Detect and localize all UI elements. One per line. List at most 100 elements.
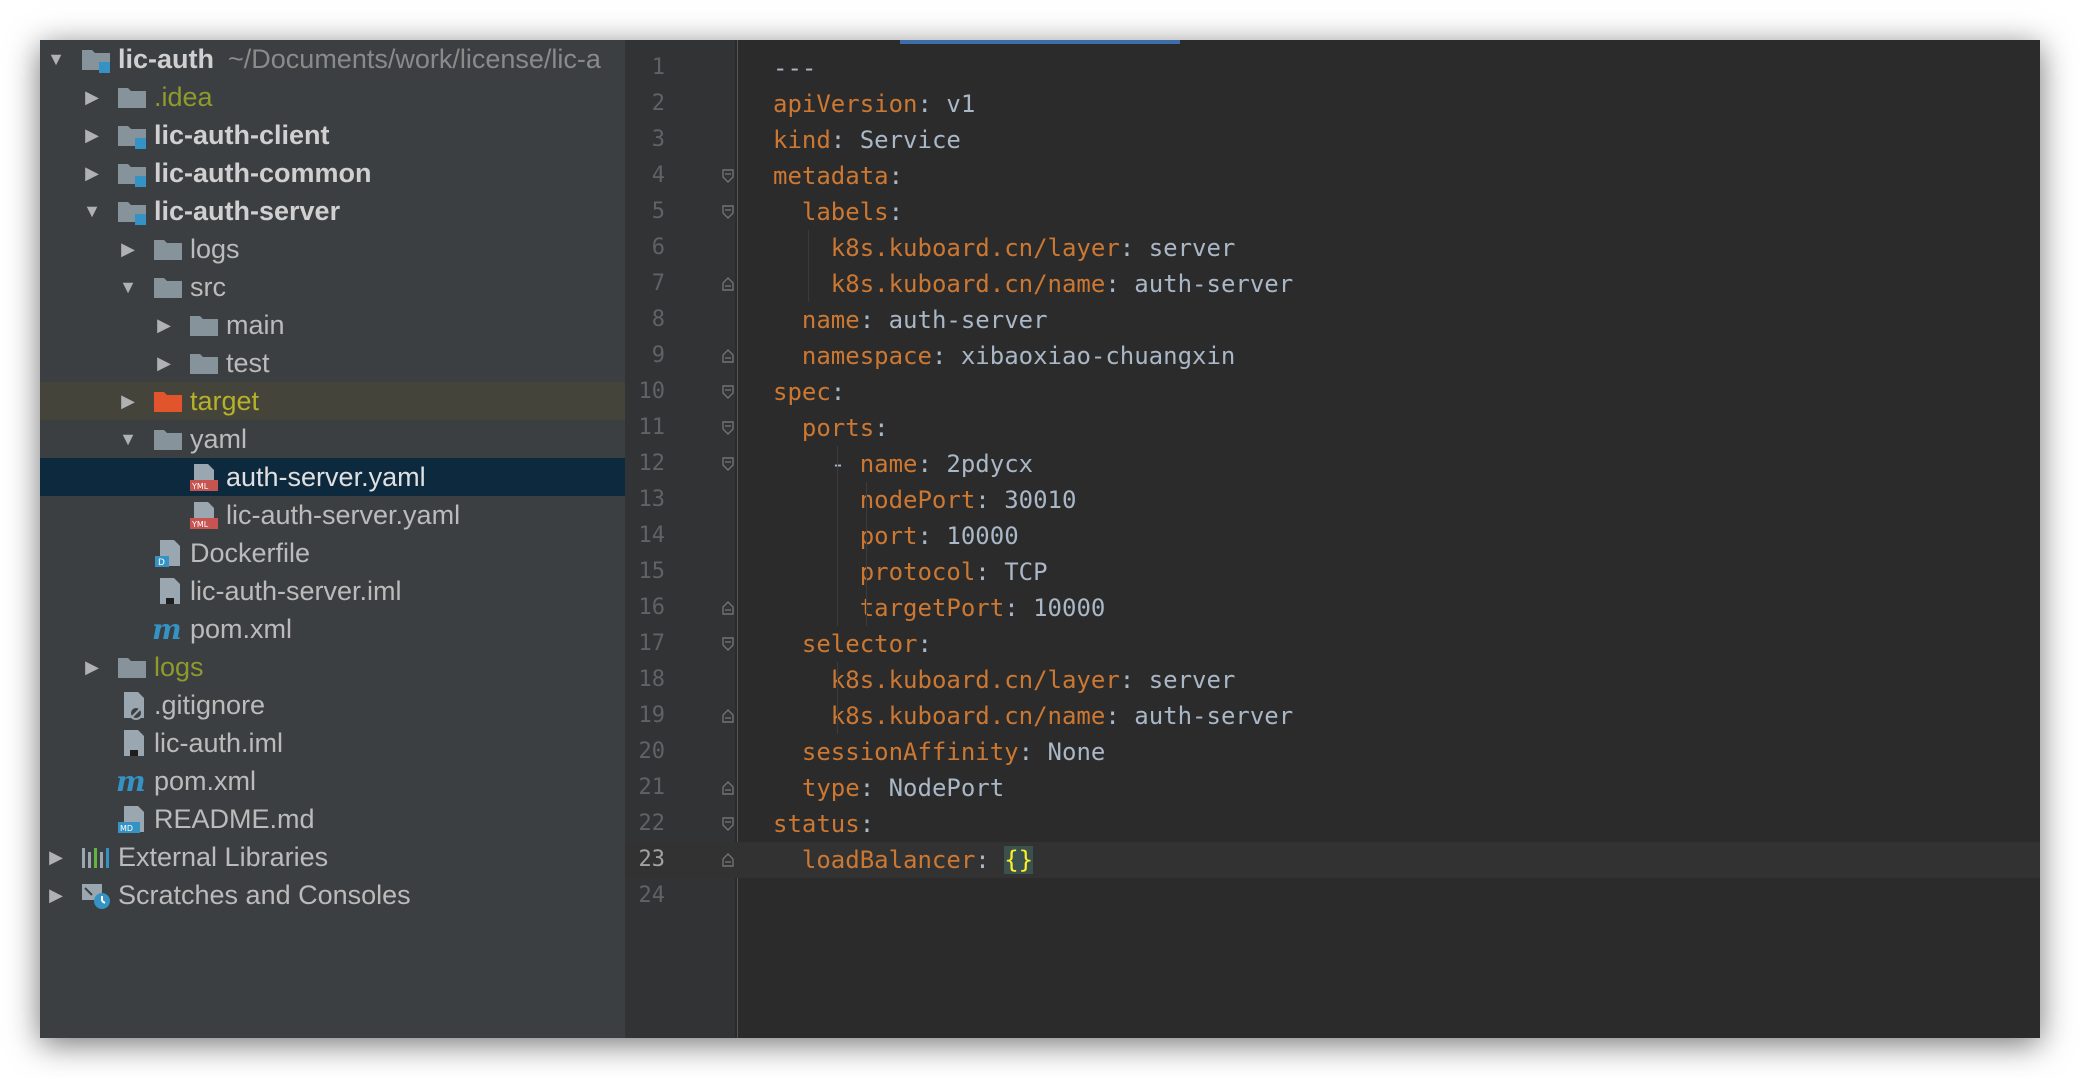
expanded-arrow-icon[interactable]: ▼ (118, 277, 138, 298)
fold-open-icon[interactable] (722, 637, 734, 651)
code-line[interactable]: 24 (625, 878, 2040, 914)
code-line[interactable]: 21 type: NodePort (625, 770, 2040, 806)
fold-close-icon[interactable] (722, 709, 734, 723)
tree-label: main (226, 309, 285, 340)
tree-item-logs-root[interactable]: ▶ logs (40, 648, 625, 686)
code-line[interactable]: 5 labels: (625, 194, 2040, 230)
line-number: 4 (651, 163, 665, 188)
yaml-value: auth-server (1134, 270, 1294, 298)
indent-guide (865, 482, 867, 626)
expanded-arrow-icon[interactable]: ▼ (82, 201, 102, 222)
expanded-arrow-icon[interactable]: ▼ (118, 429, 138, 450)
collapsed-arrow-icon[interactable]: ▶ (82, 125, 102, 146)
tree-item-external-libraries[interactable]: ▶ External Libraries (40, 838, 625, 876)
tree-label: lic-auth.iml (154, 727, 284, 758)
tree-item-test[interactable]: ▶ test (40, 344, 625, 382)
tree-item-idea[interactable]: ▶ .idea (40, 78, 625, 116)
code-line[interactable]: 20 sessionAffinity: None (625, 734, 2040, 770)
line-number: 9 (651, 343, 665, 368)
yaml-key: k8s.kuboard.cn/name (830, 702, 1106, 730)
tree-item-logs[interactable]: ▶ logs (40, 230, 625, 268)
tree-item-target[interactable]: ▶ target (40, 382, 625, 420)
code-line[interactable]: 9 namespace: xibaoxiao-chuangxin (625, 338, 2040, 374)
code-editor[interactable]: 1 --- 2 apiVersion: v1 3 kind: Service 4 metada… (625, 40, 2040, 1038)
tree-item-dockerfile[interactable]: D Dockerfile (40, 534, 625, 572)
collapsed-arrow-icon[interactable]: ▶ (46, 885, 66, 906)
collapsed-arrow-icon[interactable]: ▶ (82, 657, 102, 678)
yaml-separator: : (830, 378, 846, 406)
code-line[interactable]: 8 name: auth-server (625, 302, 2040, 338)
fold-open-icon[interactable] (722, 457, 734, 471)
expanded-arrow-icon[interactable]: ▼ (46, 49, 66, 70)
tree-label: lic-auth-server.iml (190, 575, 402, 606)
tree-item-lic-auth-iml[interactable]: lic-auth.iml (40, 724, 625, 762)
line-number: 21 (638, 775, 666, 800)
code-line[interactable]: 4 metadata: (625, 158, 2040, 194)
line-number: 22 (638, 811, 666, 836)
fold-open-icon[interactable] (722, 205, 734, 219)
tree-item-lic-auth-server-yaml[interactable]: YML lic-auth-server.yaml (40, 496, 625, 534)
yaml-key: nodePort (859, 486, 976, 514)
code-text: - name: 2pdycx (831, 446, 1033, 482)
code-line[interactable]: 7 k8s.kuboard.cn/name: auth-server (625, 266, 2040, 302)
tree-item-src[interactable]: ▼ src (40, 268, 625, 306)
tree-item-scratches[interactable]: ▶ Scratches and Consoles (40, 876, 625, 914)
code-line[interactable]: 1 --- (625, 50, 2040, 86)
tree-item-pom-xml[interactable]: m pom.xml (40, 610, 625, 648)
code-line[interactable]: 3 kind: Service (625, 122, 2040, 158)
collapsed-arrow-icon[interactable]: ▶ (82, 163, 102, 184)
tree-item-pom-xml-root[interactable]: m pom.xml (40, 762, 625, 800)
folder-icon (152, 234, 184, 264)
yaml-separator: : (1018, 738, 1048, 766)
fold-open-icon[interactable] (722, 421, 734, 435)
code-text: k8s.kuboard.cn/name: auth-server (831, 266, 1293, 302)
tree-item-lic-auth-common[interactable]: ▶ lic-auth-common (40, 154, 625, 192)
tree-root-lic-auth[interactable]: ▼ lic-auth ~/Documents/work/license/lic-… (40, 40, 625, 78)
fold-close-icon[interactable] (722, 277, 734, 291)
fold-open-icon[interactable] (722, 817, 734, 831)
tree-label: .gitignore (154, 689, 266, 720)
tree-item-lic-auth-server-iml[interactable]: lic-auth-server.iml (40, 572, 625, 610)
yaml-separator: : (830, 126, 860, 154)
line-number: 15 (638, 559, 666, 584)
fold-close-icon[interactable] (722, 601, 734, 615)
code-line[interactable]: 11 ports: (625, 410, 2040, 446)
svg-text:m: m (152, 614, 182, 644)
collapsed-arrow-icon[interactable]: ▶ (118, 391, 138, 412)
fold-close-icon[interactable] (722, 349, 734, 363)
tree-item-lic-auth-server[interactable]: ▼ lic-auth-server (40, 192, 625, 230)
fold-open-icon[interactable] (722, 385, 734, 399)
code-line[interactable]: 10 spec: (625, 374, 2040, 410)
folder-icon (188, 310, 220, 340)
svg-text:MD: MD (120, 824, 133, 833)
fold-close-icon[interactable] (722, 853, 734, 867)
active-tab-indicator (900, 40, 1180, 44)
collapsed-arrow-icon[interactable]: ▶ (154, 353, 174, 374)
module-folder-icon (80, 44, 112, 74)
fold-close-icon[interactable] (722, 781, 734, 795)
folder-icon (152, 424, 184, 454)
tree-item-gitignore[interactable]: .gitignore (40, 686, 625, 724)
collapsed-arrow-icon[interactable]: ▶ (118, 239, 138, 260)
code-line[interactable]: 23 loadBalancer: {} (625, 842, 2040, 878)
tree-item-main[interactable]: ▶ main (40, 306, 625, 344)
tree-item-yaml[interactable]: ▼ yaml (40, 420, 625, 458)
collapsed-arrow-icon[interactable]: ▶ (154, 315, 174, 336)
code-line[interactable]: 6 k8s.kuboard.cn/layer: server (625, 230, 2040, 266)
collapsed-arrow-icon[interactable]: ▶ (82, 87, 102, 108)
code-line[interactable]: 22 status: (625, 806, 2040, 842)
yaml-separator: : (859, 774, 889, 802)
fold-open-icon[interactable] (722, 169, 734, 183)
yaml-key: sessionAffinity (801, 738, 1019, 766)
tree-item-lic-auth-client[interactable]: ▶ lic-auth-client (40, 116, 625, 154)
tree-item-readme[interactable]: MD README.md (40, 800, 625, 838)
tree-item-auth-server-yaml[interactable]: YML auth-server.yaml (40, 458, 625, 496)
code-line[interactable]: 17 selector: (625, 626, 2040, 662)
yaml-separator: : (859, 810, 875, 838)
line-number: 2 (651, 91, 665, 116)
line-number: 5 (651, 199, 665, 224)
code-text: sessionAffinity: None (802, 734, 1105, 770)
code-line[interactable]: 2 apiVersion: v1 (625, 86, 2040, 122)
collapsed-arrow-icon[interactable]: ▶ (46, 847, 66, 868)
line-number: 10 (638, 379, 666, 404)
